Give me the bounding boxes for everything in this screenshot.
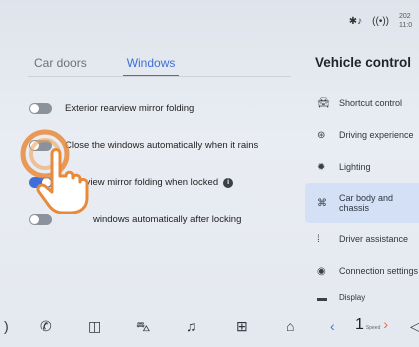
speed-value: 1 [355,316,364,333]
toggle-switch[interactable] [29,103,52,114]
music-icon[interactable]: ♫ [186,318,197,334]
tab-divider [28,76,291,77]
camera-360-icon[interactable]: ◫ [88,318,101,335]
screen: ✱♪ ((•)) 202 11:0 Car doors Windows Exte… [0,0,419,347]
display-icon: ▬ [317,293,327,304]
lane-icon: ⁞ [317,233,320,245]
tab-car-doors[interactable]: Car doors [34,56,87,76]
chassis-icon: ⌘ [317,197,327,209]
menu-item-driving-experience[interactable]: ⊛ Driving experience [305,119,419,151]
info-icon[interactable]: i [223,177,234,188]
option-label: Exterior rearview mirror folding [65,103,195,114]
left-edge-icon: ) [4,318,9,334]
option-exterior-mirror-folding[interactable]: Exterior rearview mirror folding [29,90,289,127]
bottom-dock: ) ✆ ◫ ⛍ ♫ ⊞ ⌂ ‹ 1 Speed › ◁ [0,309,419,347]
panel-title: Vehicle control [315,55,412,70]
steering-wheel-icon: ⊛ [317,129,326,141]
menu-item-lighting[interactable]: ✹ Lighting [305,151,419,183]
status-time: 202 11:0 [399,13,413,29]
menu-item-driver-assistance[interactable]: ⁞ Driver assistance [305,223,419,255]
phone-icon[interactable]: ✆ [40,318,52,335]
home-icon[interactable]: ⌂ [286,318,294,334]
tab-windows[interactable]: Windows [122,56,180,77]
status-bar: ✱♪ ((•)) 202 11:0 [349,10,419,32]
vehicle-control-menu: 🚘︎ Shortcut control ⊛ Driving experience… [305,87,419,307]
connection-icon: ◉ [317,265,326,277]
menu-item-shortcut-control[interactable]: 🚘︎ Shortcut control [305,87,419,119]
light-icon: ✹ [317,161,326,173]
speed-control[interactable]: 1 Speed › [355,316,388,334]
car-icon: 🚘︎ [317,97,330,109]
menu-item-display[interactable]: ▬ Display [305,287,419,307]
tab-bar: Car doors Windows [34,56,180,77]
touch-hand-icon [20,129,89,214]
chevron-left-icon[interactable]: ‹ [330,318,335,334]
bluetooth-audio-icon: ✱♪ [348,15,363,27]
speed-label: Speed [365,325,381,331]
apps-grid-icon[interactable]: ⊞ [236,318,248,335]
chevron-right-icon[interactable]: › [383,316,388,332]
toggle-switch[interactable] [29,214,52,225]
option-label: windows automatically after locking [93,214,242,225]
car-icon[interactable]: ⛍ [136,318,150,337]
signal-icon: ((•)) [372,15,389,27]
volume-icon[interactable]: ◁ [410,318,419,335]
menu-item-connection-settings[interactable]: ◉ Connection settings [305,255,419,287]
menu-item-car-body-chassis[interactable]: ⌘ Car body and chassis [305,183,419,223]
